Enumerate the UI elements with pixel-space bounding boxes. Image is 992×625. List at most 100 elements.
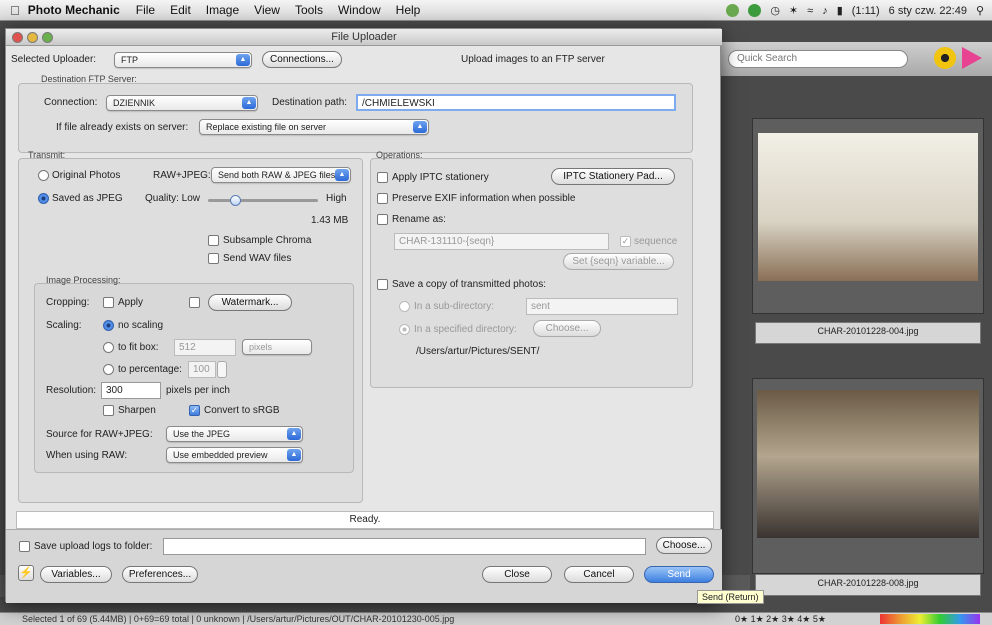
apple-icon[interactable]: : [10, 3, 20, 18]
quality-slider-track[interactable]: [208, 199, 318, 202]
play-icon[interactable]: [962, 47, 982, 69]
save-logs-checkbox[interactable]: [19, 541, 30, 552]
subdir-input[interactable]: sent: [526, 298, 678, 315]
file-uploader-dialog: File Uploader Selected Uploader: FTP ▲ Co…: [5, 28, 722, 603]
minimize-window-icon[interactable]: [27, 32, 38, 43]
watermark-checkbox[interactable]: [189, 297, 200, 308]
connections-button[interactable]: Connections...: [262, 51, 342, 68]
save-copy-checkbox[interactable]: [377, 279, 388, 290]
dest-path-input[interactable]: /CHMIELEWSKI: [356, 94, 676, 111]
menu-app[interactable]: Photo Mechanic: [28, 3, 120, 17]
thumbnail-filename[interactable]: CHAR-20101228-008.jpg: [755, 574, 981, 596]
connection-select[interactable]: DZIENNIK ▲: [106, 95, 258, 111]
quality-low-label: Quality: Low: [145, 193, 201, 204]
logs-choose-button[interactable]: Choose...: [656, 537, 712, 554]
bluetooth-icon[interactable]: ✶: [789, 4, 798, 17]
dialog-titlebar[interactable]: File Uploader: [6, 29, 722, 46]
fit-unit-select[interactable]: pixels: [242, 339, 312, 355]
volume-icon[interactable]: ♪: [822, 5, 828, 17]
sharpen-label: Sharpen: [118, 405, 156, 416]
time-machine-icon[interactable]: ◷: [770, 4, 780, 17]
exists-select[interactable]: Replace existing file on server ▲: [199, 119, 429, 135]
menu-edit[interactable]: Edit: [170, 3, 191, 17]
subsample-label: Subsample Chroma: [223, 235, 312, 246]
choose-dir-button[interactable]: Choose...: [533, 320, 601, 337]
subsample-checkbox[interactable]: [208, 235, 219, 246]
quality-slider-knob[interactable]: [230, 195, 241, 206]
rawjpeg-select[interactable]: Send both RAW & JPEG files ▲: [211, 167, 351, 183]
no-scaling-radio[interactable]: [103, 320, 114, 331]
zoom-window-icon[interactable]: [42, 32, 53, 43]
wifi-icon[interactable]: ≈: [807, 5, 813, 17]
set-seqn-button[interactable]: Set {seqn} variable...: [563, 253, 674, 270]
radiation-icon[interactable]: [934, 47, 956, 69]
send-wav-checkbox[interactable]: [208, 253, 219, 264]
image-processing-header: Image Processing:: [46, 275, 121, 285]
fit-box-radio[interactable]: [103, 342, 114, 353]
menu-bar:  Photo Mechanic File Edit Image View To…: [0, 0, 992, 21]
close-window-icon[interactable]: [12, 32, 23, 43]
star-rating-filter[interactable]: 0★ 1★ 2★ 3★ 4★ 5★: [735, 613, 826, 625]
watermark-button[interactable]: Watermark...: [208, 294, 292, 311]
preferences-button[interactable]: Preferences...: [122, 566, 198, 583]
original-photos-radio[interactable]: [38, 170, 49, 181]
percentage-stepper[interactable]: [217, 361, 227, 378]
menu-window[interactable]: Window: [338, 3, 381, 17]
cancel-button[interactable]: Cancel: [564, 566, 634, 583]
fit-box-input[interactable]: 512: [174, 339, 236, 356]
operations-header: Operations:: [376, 150, 423, 160]
menu-file[interactable]: File: [136, 3, 155, 17]
menu-tools[interactable]: Tools: [295, 3, 323, 17]
rename-checkbox[interactable]: [377, 214, 388, 225]
apply-iptc-checkbox[interactable]: [377, 172, 388, 183]
rename-input[interactable]: CHAR-131110-{seqn}: [394, 233, 609, 250]
popup-arrows-icon: ▲: [287, 449, 301, 461]
sharpen-checkbox[interactable]: [103, 405, 114, 416]
convert-srgb-checkbox[interactable]: ✓: [189, 405, 200, 416]
apply-iptc-label: Apply IPTC stationery: [392, 172, 489, 183]
crop-apply-checkbox[interactable]: [103, 297, 114, 308]
menu-image[interactable]: Image: [206, 3, 239, 17]
preserve-exif-checkbox[interactable]: [377, 193, 388, 204]
exists-label: If file already exists on server:: [56, 122, 189, 133]
subdir-radio[interactable]: [399, 301, 410, 312]
lightning-icon[interactable]: ⚡: [18, 565, 34, 581]
sync-icon[interactable]: [726, 4, 740, 17]
variables-button[interactable]: Variables...: [40, 566, 112, 583]
clock[interactable]: 6 sty czw. 22:49: [889, 5, 967, 17]
saved-as-jpeg-radio[interactable]: [38, 193, 49, 204]
thumbnail-photo[interactable]: [757, 390, 979, 538]
menu-view[interactable]: View: [254, 3, 280, 17]
source-raw-select[interactable]: Use the JPEG ▲: [166, 426, 303, 442]
selection-status: Selected 1 of 69 (5.44MB) | 0+69=69 tota…: [22, 614, 455, 624]
thumbnail-photo[interactable]: [758, 133, 978, 281]
percentage-radio[interactable]: [103, 364, 114, 375]
connection-value: DZIENNIK: [113, 98, 156, 108]
no-scaling-label: no scaling: [118, 320, 164, 331]
color-class-bar[interactable]: [880, 614, 980, 624]
convert-srgb-label: Convert to sRGB: [204, 405, 280, 416]
percentage-input[interactable]: 100: [188, 361, 216, 378]
app-status-icon[interactable]: [748, 4, 762, 17]
preserve-exif-label: Preserve EXIF information when possible: [392, 193, 576, 204]
thumbnail-filename[interactable]: CHAR-20101228-004.jpg: [755, 322, 981, 344]
specified-dir-radio[interactable]: [399, 324, 410, 335]
resolution-unit: pixels per inch: [166, 385, 230, 396]
resolution-label: Resolution:: [46, 385, 97, 396]
when-raw-select[interactable]: Use embedded preview ▲: [166, 447, 303, 463]
original-photos-label: Original Photos: [52, 170, 121, 181]
menu-help[interactable]: Help: [396, 3, 421, 17]
spotlight-icon[interactable]: ⚲: [976, 4, 984, 17]
send-button[interactable]: Send: [644, 566, 714, 583]
quick-search-input[interactable]: Quick Search: [728, 50, 908, 68]
close-button[interactable]: Close: [482, 566, 552, 583]
dest-path-label: Destination path:: [272, 97, 348, 108]
uploader-select[interactable]: FTP ▲: [114, 52, 252, 68]
uploader-value: FTP: [121, 55, 138, 65]
resolution-input[interactable]: 300: [101, 382, 161, 399]
sequence-checkbox[interactable]: ✓: [620, 236, 631, 247]
iptc-stationery-button[interactable]: IPTC Stationery Pad...: [551, 168, 675, 185]
logs-folder-input[interactable]: [163, 538, 646, 555]
battery-time[interactable]: (1:11): [852, 5, 880, 17]
battery-icon[interactable]: ▮: [837, 4, 843, 17]
